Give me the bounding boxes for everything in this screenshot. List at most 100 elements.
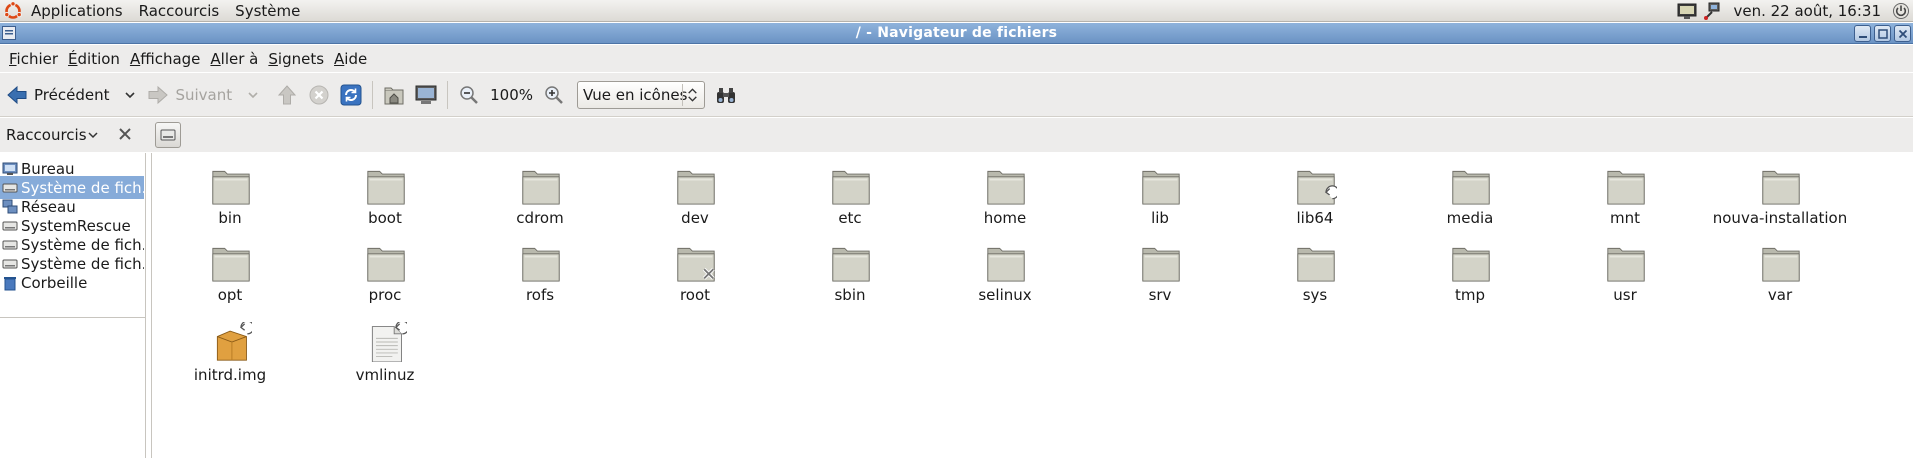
reload-icon[interactable]	[340, 84, 362, 106]
folder-icon	[987, 170, 1025, 205]
file-label: usr	[1613, 286, 1637, 304]
file-item[interactable]: sbin	[775, 230, 925, 305]
menu-help[interactable]: Aide	[329, 50, 372, 68]
computer-icon[interactable]	[415, 84, 437, 106]
back-label: Précédent	[34, 85, 110, 104]
file-item[interactable]: initrd.img	[155, 310, 305, 385]
stop-icon[interactable]	[308, 84, 330, 106]
window-menu-icon[interactable]	[2, 26, 16, 40]
forward-history-chevron-down-icon[interactable]	[246, 88, 260, 102]
chevron-down-icon	[88, 132, 98, 139]
folder-icon	[367, 247, 405, 282]
file-item[interactable]: bin	[155, 153, 305, 228]
drive-icon	[160, 129, 176, 141]
toggle-location-button[interactable]	[155, 122, 181, 148]
menu-edit[interactable]: Édition	[63, 50, 125, 68]
folder-icon	[367, 170, 405, 205]
drive-icon	[2, 259, 18, 268]
file-label: lib	[1151, 209, 1169, 227]
file-item[interactable]: lib64	[1240, 153, 1390, 228]
file-item[interactable]: dev	[620, 153, 770, 228]
window-controls	[1854, 25, 1911, 42]
file-item[interactable]: usr	[1550, 230, 1700, 305]
toolbar: Précédent Suivant 100% Vue en icônes	[0, 73, 1913, 117]
file-item[interactable]: sys	[1240, 230, 1390, 305]
file-item[interactable]: tmp	[1395, 230, 1545, 305]
panel-menu-shortcuts[interactable]: Raccourcis	[131, 2, 228, 20]
file-item[interactable]: root	[620, 230, 770, 305]
panel-tray: ven. 22 août, 16:31	[1677, 0, 1913, 22]
file-item[interactable]: rofs	[465, 230, 615, 305]
close-window-button[interactable]	[1894, 25, 1911, 42]
folder-icon	[212, 247, 250, 282]
maximize-icon	[1877, 28, 1888, 39]
folder-icon	[212, 170, 250, 205]
display-icon[interactable]	[1677, 2, 1697, 20]
file-label: srv	[1148, 286, 1172, 304]
file-label: var	[1767, 286, 1793, 304]
panel-menu-system[interactable]: Système	[227, 2, 308, 20]
minimize-button[interactable]	[1854, 25, 1871, 42]
side-pane-selector[interactable]: Raccourcis	[0, 126, 99, 144]
file-item[interactable]: var	[1705, 230, 1855, 305]
file-item[interactable]: selinux	[930, 230, 1080, 305]
file-label: selinux	[978, 286, 1032, 304]
file-item[interactable]: media	[1395, 153, 1545, 228]
menu-go[interactable]: Aller à	[205, 50, 263, 68]
menu-bookmarks[interactable]: Signets	[263, 50, 329, 68]
sidebar-item-label: Système de fich...	[21, 178, 144, 197]
forward-button[interactable]: Suivant	[147, 78, 232, 112]
file-item[interactable]: vmlinuz	[310, 310, 460, 385]
back-button[interactable]: Précédent	[6, 78, 109, 112]
maximize-button[interactable]	[1874, 25, 1891, 42]
top-panel: Applications Raccourcis Système ven. 22 …	[0, 0, 1913, 22]
zoom-in-icon[interactable]	[543, 84, 565, 106]
zoom-level[interactable]: 100%	[490, 86, 533, 104]
file-item[interactable]: etc	[775, 153, 925, 228]
file-item[interactable]: proc	[310, 230, 460, 305]
file-item[interactable]: home	[930, 153, 1080, 228]
file-item[interactable]: lib	[1085, 153, 1235, 228]
file-label: vmlinuz	[355, 366, 415, 384]
file-label: lib64	[1296, 209, 1334, 227]
desktop-icon	[2, 162, 18, 175]
side-pane-header: Raccourcis	[0, 118, 1913, 152]
window-title-bar[interactable]: / - Navigateur de fichiers	[0, 23, 1913, 44]
window-title: / - Navigateur de fichiers	[855, 25, 1058, 41]
file-item[interactable]: mnt	[1550, 153, 1700, 228]
file-item[interactable]: nouva-installation	[1705, 153, 1855, 228]
icon-view[interactable]: bin boot cdrom dev etc home lib lib64 media mnt no…	[151, 153, 1913, 458]
arrow-right-icon	[148, 85, 169, 104]
forward-label: Suivant	[175, 85, 233, 104]
home-folder-icon[interactable]	[383, 84, 405, 106]
sidebar-item[interactable]: Corbeille	[0, 271, 144, 294]
file-label: root	[679, 286, 711, 304]
binoculars-icon[interactable]	[715, 84, 737, 106]
network-status-icon[interactable]	[1703, 2, 1723, 20]
power-icon[interactable]	[1891, 2, 1911, 20]
sidebar-item-label: SystemRescue	[21, 216, 131, 235]
folder-icon	[1142, 247, 1180, 282]
folder-icon	[1142, 170, 1180, 205]
sidebar: Bureau Système de fich... Réseau SystemResc…	[0, 153, 146, 458]
sidebar-item-label: Système de fich...	[21, 254, 144, 273]
file-label: mnt	[1610, 209, 1640, 227]
clock[interactable]: ven. 22 août, 16:31	[1729, 2, 1885, 20]
menu-file[interactable]: Fichier	[4, 50, 63, 68]
sidebar-item-label: Bureau	[21, 159, 75, 178]
menu-view[interactable]: Affichage	[125, 50, 205, 68]
close-side-pane-icon[interactable]	[117, 126, 133, 142]
ubuntu-logo-icon[interactable]	[3, 0, 23, 21]
zoom-out-icon[interactable]	[458, 84, 480, 106]
menubar: Fichier Édition Affichage Aller à Signet…	[0, 45, 1913, 72]
view-mode-select[interactable]: Vue en icônes	[577, 80, 706, 109]
panel-menu-applications[interactable]: Applications	[23, 2, 131, 20]
file-item[interactable]: boot	[310, 153, 460, 228]
back-history-chevron-down-icon[interactable]	[123, 88, 137, 102]
file-item[interactable]: cdrom	[465, 153, 615, 228]
file-item[interactable]: srv	[1085, 230, 1235, 305]
folder-icon	[1607, 170, 1645, 205]
folder-icon	[1762, 170, 1800, 205]
arrow-up-icon[interactable]	[276, 84, 298, 106]
file-item[interactable]: opt	[155, 230, 305, 305]
